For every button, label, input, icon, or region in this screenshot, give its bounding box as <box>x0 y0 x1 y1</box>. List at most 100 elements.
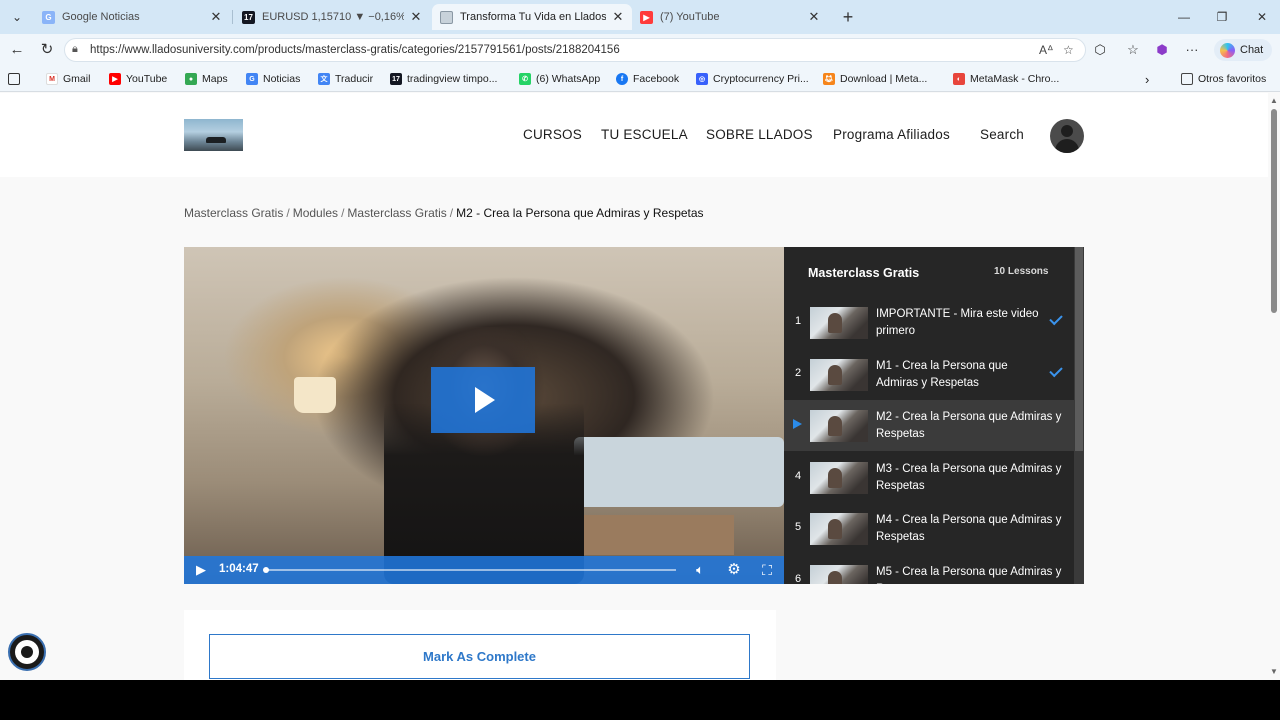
lesson-item[interactable]: 5 M4 - Crea la Persona que Admiras y Resp… <box>784 503 1074 554</box>
completed-check-icon <box>1049 311 1063 326</box>
bookmark-download-meta[interactable]: 🦊︎ Download | Meta... <box>823 71 927 87</box>
accessibility-widget-icon[interactable] <box>8 633 46 671</box>
bookmark-label: YouTube <box>126 73 168 85</box>
lesson-title: M1 - Crea la Persona que Admiras y Respe… <box>876 360 1008 389</box>
tradingview-icon: 17 <box>242 10 255 24</box>
progress-knob[interactable] <box>263 567 269 573</box>
lesson-thumbnail <box>810 462 868 494</box>
lesson-number: 2 <box>794 367 802 379</box>
bookmark-youtube[interactable]: ▶ YouTube <box>109 71 167 87</box>
site-logo[interactable] <box>184 119 243 151</box>
breadcrumb-separator: / <box>286 206 290 220</box>
lesson-item[interactable]: M2 - Crea la Persona que Admiras y Respe… <box>784 400 1074 451</box>
lesson-title: M2 - Crea la Persona que Admiras y Respe… <box>876 411 1062 440</box>
bookmark-maps[interactable]: ● Maps <box>185 71 228 87</box>
nav-tu-escuela[interactable]: TU ESCUELA <box>601 127 688 142</box>
folder-icon <box>1181 73 1193 85</box>
favorites-icon[interactable]: ☆ <box>1123 40 1143 60</box>
nav-sobre-llados[interactable]: SOBRE LLADOS <box>706 127 813 142</box>
close-tab-icon[interactable]: ✕ <box>808 9 820 25</box>
scroll-down-arrow-icon[interactable]: ▼ <box>1270 667 1278 676</box>
bookmark-facebook[interactable]: f Facebook <box>616 71 679 87</box>
tab-actions-menu-icon[interactable]: ⌄ <box>6 6 28 28</box>
video-frame-sofa <box>574 437 784 507</box>
bookmark-label: Facebook <box>633 73 680 85</box>
bookmark-label: tradingview timpo... <box>407 73 498 85</box>
tab-eurusd[interactable]: 17 EURUSD 1,15710 ▼ −0,16% Sin no ✕ <box>234 4 430 30</box>
video-player[interactable]: ▶ 1:04:47 🔈︎ ⚙︎ ⛶ <box>184 247 784 584</box>
volume-icon[interactable]: 🔈︎ <box>690 560 710 580</box>
lesson-title: IMPORTANTE - Mira este video primero <box>876 308 1039 337</box>
page-scroll-thumb[interactable] <box>1271 109 1277 313</box>
lesson-item[interactable]: 2 M1 - Crea la Persona que Admiras y Resp… <box>784 349 1074 400</box>
lesson-title: M5 - Crea la Persona que Admiras y Respe… <box>876 566 1062 584</box>
bookmark-noticias[interactable]: G Noticias <box>246 71 300 87</box>
playlist-scrollbar[interactable] <box>1074 247 1084 584</box>
scroll-up-arrow-icon[interactable]: ▲ <box>1270 96 1278 105</box>
lesson-thumbnail <box>810 410 868 442</box>
copilot-chat-button[interactable]: Chat <box>1214 39 1272 61</box>
close-tab-icon[interactable]: ✕ <box>612 9 624 25</box>
address-bar[interactable]: 🔒︎ https://www.lladosuniversity.com/prod… <box>64 38 1086 62</box>
breadcrumb-separator: / <box>449 206 454 220</box>
bookmark-tradingview[interactable]: 17 tradingview timpo... <box>390 71 497 87</box>
play-button[interactable] <box>431 367 535 433</box>
tab-title: (7) YouTube <box>660 11 720 23</box>
nav-cursos[interactable]: CURSOS <box>523 127 582 142</box>
tab-llados-active[interactable]: Transforma Tu Vida en Llados Univ ✕ <box>432 4 632 30</box>
youtube-icon: ▶ <box>109 73 121 85</box>
bookmark-label: MetaMask - Chro... <box>970 73 1060 85</box>
whatsapp-icon: ✆ <box>519 73 531 85</box>
profile-icon[interactable]: ⬢ <box>1152 40 1172 60</box>
settings-gear-icon[interactable]: ⚙︎ <box>724 560 744 580</box>
url-text[interactable]: https://www.lladosuniversity.com/product… <box>90 44 620 56</box>
chat-label: Chat <box>1240 44 1264 56</box>
play-small-icon[interactable]: ▶ <box>192 560 210 580</box>
nav-search[interactable]: Search <box>980 127 1024 142</box>
fullscreen-icon[interactable]: ⛶ <box>756 560 778 580</box>
tab-list-icon[interactable] <box>8 71 25 87</box>
lesson-item[interactable]: 6 M5 - Crea la Persona que Admiras y Resp… <box>784 555 1074 584</box>
extensions-icon[interactable]: ⬡ <box>1090 40 1110 60</box>
back-arrow-icon[interactable]: ← <box>6 39 28 61</box>
breadcrumb-link[interactable]: Modules <box>293 206 338 220</box>
close-tab-icon[interactable]: ✕ <box>410 9 422 25</box>
new-tab-button[interactable]: + <box>838 6 858 28</box>
progress-track[interactable] <box>263 567 676 573</box>
lock-icon[interactable]: 🔒︎ <box>72 43 78 56</box>
restore-icon[interactable]: ❐ <box>1210 6 1234 28</box>
browser-window: ⌄ G Google Noticias ✕ 17 EURUSD 1,15710 … <box>0 0 1280 680</box>
close-tab-icon[interactable]: ✕ <box>210 9 222 25</box>
favorite-star-icon[interactable]: ☆ <box>1063 43 1074 57</box>
user-avatar[interactable] <box>1050 119 1084 153</box>
read-aloud-icon[interactable]: Aᐞ <box>1039 43 1054 57</box>
more-options-icon[interactable]: ··· <box>1182 40 1202 60</box>
lesson-item[interactable]: 4 M3 - Crea la Persona que Admiras y Resp… <box>784 452 1074 503</box>
bookmark-label: (6) WhatsApp <box>536 73 601 85</box>
lesson-item[interactable]: 1 IMPORTANTE - Mira este video primero <box>784 297 1074 348</box>
other-favorites-folder[interactable]: Otros favoritos <box>1181 71 1266 87</box>
bookmark-metamask-chrome[interactable]: ◐ MetaMask - Chro... <box>953 71 1059 87</box>
address-toolbar: ← ↻ 🔒︎ https://www.lladosuniversity.com/… <box>0 34 1280 66</box>
bookmark-whatsapp[interactable]: ✆ (6) WhatsApp <box>519 71 600 87</box>
breadcrumb-link[interactable]: Masterclass Gratis <box>347 206 446 220</box>
bookmark-gmail[interactable]: M Gmail <box>46 71 90 87</box>
close-window-icon[interactable]: ✕ <box>1250 6 1274 28</box>
breadcrumb-separator: / <box>341 206 345 220</box>
translate-icon: 文 <box>318 73 330 85</box>
copilot-icon <box>1220 42 1235 58</box>
mark-as-complete-button[interactable]: Mark As Complete <box>209 634 750 679</box>
nav-programa-afiliados[interactable]: Programa Afiliados <box>833 127 950 142</box>
minimize-icon[interactable]: — <box>1172 6 1196 28</box>
chevron-right-icon[interactable]: › <box>1145 71 1149 87</box>
breadcrumb-link[interactable]: Masterclass Gratis <box>184 206 283 220</box>
bookmark-traducir[interactable]: 文 Traducir <box>318 71 373 87</box>
tab-title: Transforma Tu Vida en Llados Univ <box>460 11 606 23</box>
tab-google-news[interactable]: G Google Noticias ✕ <box>34 4 230 30</box>
refresh-icon[interactable]: ↻ <box>36 39 58 61</box>
lesson-playlist: Masterclass Gratis 10 Lessons 1 IMPORTANT… <box>784 247 1084 584</box>
bookmark-cryptocurrency[interactable]: ◎ Cryptocurrency Pri... <box>696 71 809 87</box>
page-scrollbar[interactable]: ▲ ▼ <box>1268 93 1280 680</box>
playlist-scroll-thumb[interactable] <box>1075 247 1083 451</box>
tab-youtube[interactable]: ▶ (7) YouTube ✕ <box>632 4 828 30</box>
